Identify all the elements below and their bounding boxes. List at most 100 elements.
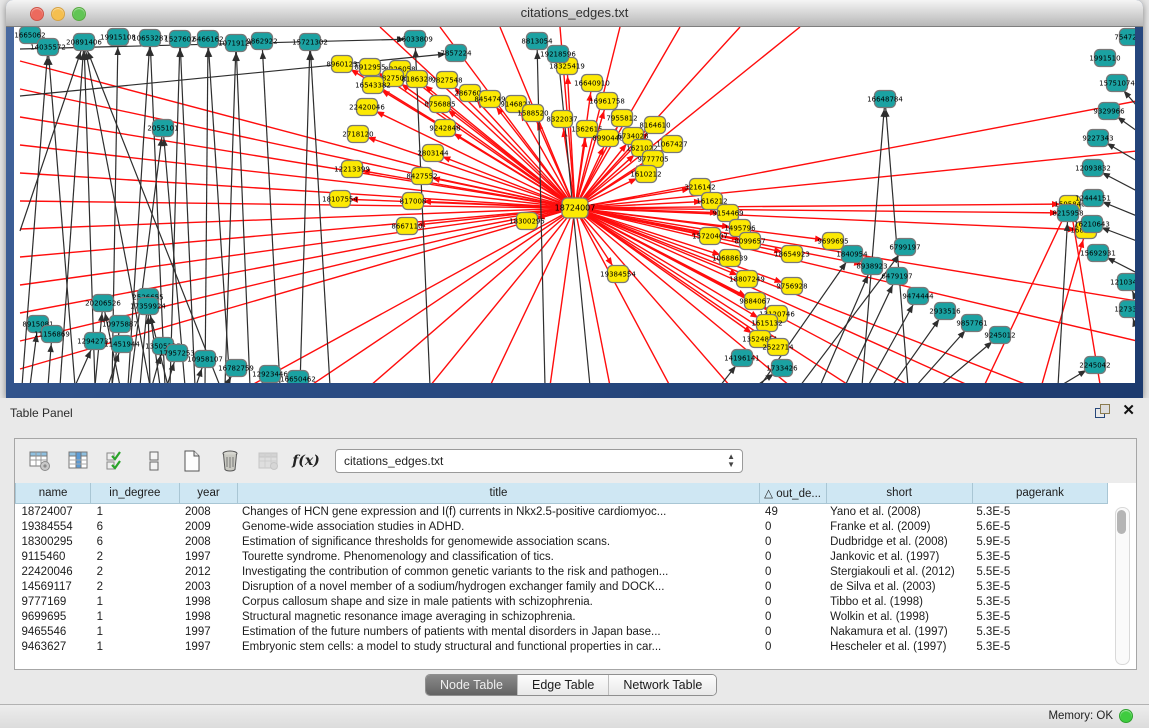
- table-row[interactable]: 1456911722003Disruption of a novel membe…: [16, 579, 1108, 594]
- edge-black: [20, 42, 84, 231]
- graph-node-label: 16961758: [589, 98, 625, 106]
- select-column-icon[interactable]: [65, 448, 91, 474]
- table-cell: 18300295: [16, 534, 91, 549]
- graph-node-label: 18107554: [322, 196, 358, 204]
- graph-node-label: 15721302: [292, 39, 328, 47]
- network-canvas[interactable]: 1872400789601238912955822605898275038186…: [14, 27, 1135, 383]
- table-cell: Dudbridge et al. (2008): [826, 534, 972, 549]
- table-cell: 9777169: [16, 594, 91, 609]
- graph-node-label: 10688639: [712, 255, 748, 263]
- table-row[interactable]: 911546021997Tourette syndrome. Phenomeno…: [16, 549, 1108, 564]
- column-checklist-icon[interactable]: [103, 448, 129, 474]
- table-cell: 6: [91, 519, 179, 534]
- graph-node-label: 1273354: [1114, 306, 1135, 314]
- edge-black: [170, 39, 180, 383]
- memory-ok-icon[interactable]: [1119, 709, 1133, 723]
- column-header[interactable]: in_degree: [91, 483, 179, 504]
- arrowhead-icon: [260, 51, 266, 59]
- function-builder-icon[interactable]: f(x): [293, 448, 319, 474]
- table-select-dropdown[interactable]: citations_edges.txt ▲▼: [335, 449, 743, 473]
- panel-title: Table Panel: [10, 406, 73, 420]
- graph-node-label: 1588520: [517, 110, 548, 118]
- graph-node-label: 14035572: [30, 44, 66, 52]
- scrollbar-thumb[interactable]: [1117, 510, 1126, 534]
- tab-network-table[interactable]: Network Table: [609, 675, 716, 695]
- arrowhead-icon: [1132, 291, 1135, 300]
- graph-node-label: 2803144: [417, 150, 449, 158]
- graph-node-label: 10653287: [132, 35, 168, 43]
- graph-node-label: 18807249: [729, 276, 765, 284]
- close-panel-icon[interactable]: ✕: [1122, 404, 1135, 418]
- new-table-icon[interactable]: [179, 448, 205, 474]
- table-cell: 1: [91, 609, 179, 624]
- table-cell: 0: [759, 639, 826, 654]
- graph-node-label: 9242848: [429, 125, 460, 133]
- graph-node-label: 12444151: [1075, 195, 1111, 203]
- graph-node-label: 817008: [400, 198, 427, 206]
- graph-node-label: 18724007: [555, 204, 596, 213]
- graph-node-label: 11451944: [104, 341, 140, 349]
- graph-node-label: 14196141: [724, 355, 760, 363]
- float-panel-icon[interactable]: [1095, 404, 1110, 418]
- tab-node-table[interactable]: Node Table: [426, 675, 518, 695]
- table-cell: 0: [759, 564, 826, 579]
- table-cell: 5.3E-5: [972, 624, 1107, 639]
- table-cell: Disruption of a novel member of a sodium…: [238, 579, 759, 594]
- table-vertical-scrollbar[interactable]: [1115, 507, 1130, 665]
- window-titlebar[interactable]: citations_edges.txt: [6, 0, 1143, 27]
- tab-edge-table[interactable]: Edge Table: [518, 675, 609, 695]
- table-toolbar: f(x) citations_edges.txt ▲▼: [15, 439, 1136, 484]
- edge-black: [225, 43, 236, 383]
- table-settings-icon[interactable]: [27, 448, 53, 474]
- arrowhead-icon: [196, 368, 202, 377]
- delete-table-icon[interactable]: [217, 448, 243, 474]
- column-header[interactable]: short: [826, 483, 972, 504]
- table-row[interactable]: 946362711997Embryonic stem cells: a mode…: [16, 639, 1108, 654]
- table-row[interactable]: 1872400712008Changes of HCN gene express…: [16, 504, 1108, 520]
- table-row[interactable]: 1938455462009Genome-wide association stu…: [16, 519, 1108, 534]
- table-cell: Tibbo et al. (1998): [826, 594, 972, 609]
- table-row[interactable]: 969969511998Structural magnetic resonanc…: [16, 609, 1108, 624]
- row-pair-icon[interactable]: [141, 448, 167, 474]
- graph-node-label: 9329966: [1093, 108, 1125, 116]
- table-cell: Wolkin et al. (1998): [826, 609, 972, 624]
- table-cell: 2: [91, 579, 179, 594]
- column-header[interactable]: △ out_de...: [759, 483, 826, 504]
- graph-node-label: 1610212: [630, 171, 661, 179]
- column-header[interactable]: year: [179, 483, 238, 504]
- table-panel-box: f(x) citations_edges.txt ▲▼ namein_degre…: [14, 438, 1137, 670]
- column-header[interactable]: title: [238, 483, 759, 504]
- table-cell: Hescheler et al. (1997): [826, 639, 972, 654]
- table-cell: 14569117: [16, 579, 91, 594]
- table-cell: 5.3E-5: [972, 579, 1107, 594]
- edge-red: [367, 107, 575, 208]
- graph-node-label: 7547224: [1114, 34, 1135, 42]
- graph-node-label: 9827548: [431, 77, 462, 85]
- table-row[interactable]: 977716911998Corpus callosum shape and si…: [16, 594, 1108, 609]
- edge-red: [985, 204, 1070, 383]
- table-row[interactable]: 1830029562008Estimation of significance …: [16, 534, 1108, 549]
- arrowhead-icon: [114, 47, 120, 55]
- table-cell: Investigating the contribution of common…: [238, 564, 759, 579]
- arrowhead-icon: [605, 257, 612, 265]
- graph-node-label: 19218596: [540, 51, 576, 59]
- table-row[interactable]: 2242004622012Investigating the contribut…: [16, 564, 1108, 579]
- graph-node-label: 2055101: [147, 125, 178, 133]
- table-cell: 1997: [179, 639, 238, 654]
- graph-node-label: 10975887: [102, 321, 138, 329]
- graph-node-label: 6799197: [889, 244, 920, 252]
- table-cell: 5.3E-5: [972, 594, 1107, 609]
- graph-node-label: 11156869: [34, 331, 70, 339]
- column-header[interactable]: pagerank: [972, 483, 1107, 504]
- table-cell: 0: [759, 594, 826, 609]
- graph-node-label: 16033809: [397, 36, 433, 44]
- table-cell: 9465546: [16, 624, 91, 639]
- table-row[interactable]: 946554611997Estimation of the future num…: [16, 624, 1108, 639]
- edge-black: [310, 42, 330, 383]
- table-cell: 9115460: [16, 549, 91, 564]
- graph-node-label: 2522714: [762, 344, 794, 352]
- column-header[interactable]: name: [16, 483, 91, 504]
- table-cell: Embryonic stem cells: a model to study s…: [238, 639, 759, 654]
- edge-red: [20, 208, 575, 229]
- table-cell: 2008: [179, 504, 238, 520]
